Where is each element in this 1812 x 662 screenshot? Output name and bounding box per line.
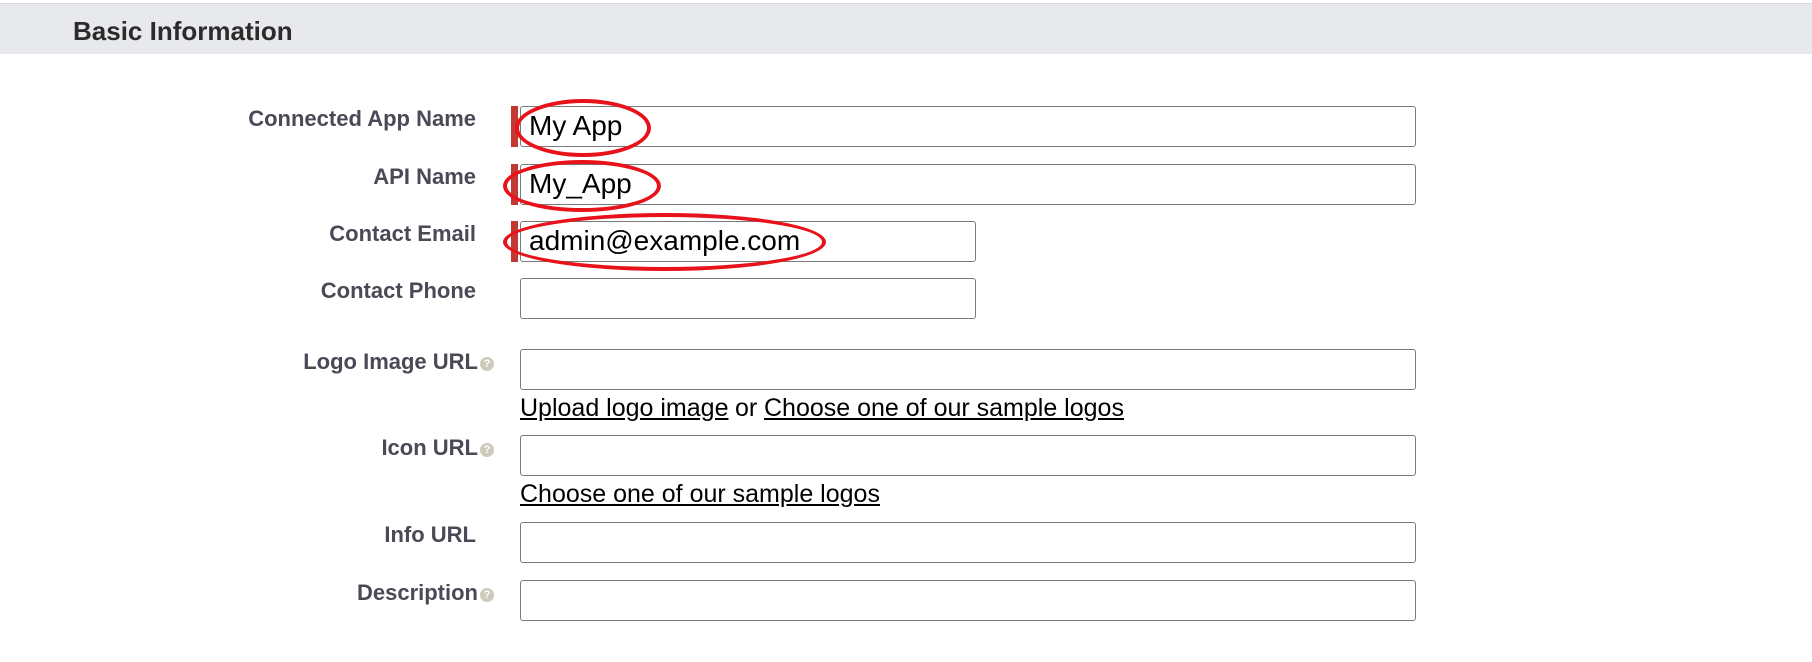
logo-url-label: Logo Image URL?: [303, 349, 494, 375]
contact-phone-label: Contact Phone: [321, 278, 476, 304]
or-text: or: [735, 394, 758, 422]
icon-url-label: Icon URL?: [381, 435, 494, 461]
logo-url-input[interactable]: [520, 349, 1416, 390]
app-name-input[interactable]: My App: [520, 106, 1416, 147]
info-url-label: Info URL: [384, 522, 476, 548]
icon-url-input[interactable]: [520, 435, 1416, 476]
info-url-label-text: Info URL: [384, 522, 476, 547]
contact-email-label-text: Contact Email: [329, 221, 476, 246]
contact-email-label: Contact Email: [329, 221, 476, 247]
choose-sample-icon-link[interactable]: Choose one of our sample logos: [520, 480, 880, 509]
upload-logo-link[interactable]: Upload logo image: [520, 394, 728, 423]
description-label-text: Description: [356, 580, 478, 605]
description-input[interactable]: [520, 580, 1416, 621]
app-name-label: Connected App Name: [248, 106, 476, 132]
section-header: Basic Information: [0, 3, 1812, 54]
section-title: Basic Information: [73, 16, 293, 46]
logo-url-label-text: Logo Image URL: [303, 349, 478, 374]
required-indicator: [511, 164, 518, 205]
help-icon[interactable]: ?: [480, 443, 494, 457]
app-name-label-text: Connected App Name: [248, 106, 476, 131]
help-icon[interactable]: ?: [480, 357, 494, 371]
api-name-label: API Name: [373, 164, 476, 190]
contact-phone-label-text: Contact Phone: [320, 278, 476, 303]
contact-phone-input[interactable]: [520, 278, 976, 319]
icon-url-label-text: Icon URL: [381, 435, 478, 460]
api-name-input[interactable]: My_App: [520, 164, 1416, 205]
help-icon[interactable]: ?: [480, 588, 494, 602]
info-url-input[interactable]: [520, 522, 1416, 563]
description-label: Description?: [357, 580, 494, 606]
required-indicator: [511, 221, 518, 262]
api-name-label-text: API Name: [373, 164, 476, 189]
contact-email-input[interactable]: admin@example.com: [520, 221, 976, 262]
required-indicator: [511, 106, 518, 147]
choose-sample-logo-link[interactable]: Choose one of our sample logos: [764, 394, 1124, 423]
